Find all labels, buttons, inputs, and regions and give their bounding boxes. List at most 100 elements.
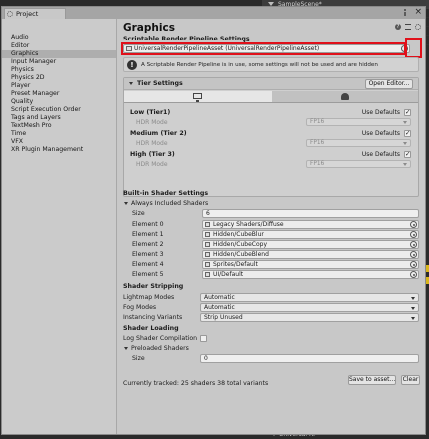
element-label: Element 0 bbox=[132, 221, 164, 228]
warning-text: A Scriptable Render Pipeline is in use, … bbox=[141, 62, 378, 68]
instancing-variants-dropdown[interactable]: Strip Unused bbox=[200, 313, 419, 322]
size-label: Size bbox=[132, 355, 145, 362]
foldout-triangle-icon bbox=[124, 347, 128, 350]
sidebar-item-player[interactable]: Player bbox=[2, 82, 116, 90]
sidebar-item-tags-and-layers[interactable]: Tags and Layers bbox=[2, 114, 116, 122]
hdr-mode-row-low: HDR Mode FP16 bbox=[130, 118, 412, 127]
shader-value: Hidden/CubeCopy bbox=[213, 241, 268, 248]
object-picker-icon[interactable] bbox=[410, 221, 417, 228]
sidebar-item-preset-manager[interactable]: Preset Manager bbox=[2, 90, 116, 98]
gear-icon bbox=[7, 11, 13, 17]
use-defaults-checkbox[interactable]: ✓ bbox=[404, 130, 411, 137]
tab-android[interactable] bbox=[272, 91, 418, 103]
shader-element-row: Element 2 Hidden/CubeCopy bbox=[123, 240, 419, 249]
sidebar-item-editor[interactable]: Editor bbox=[2, 42, 116, 50]
size-value: 6 bbox=[206, 210, 210, 217]
sidebar-item-physics[interactable]: Physics bbox=[2, 66, 116, 74]
sidebar-item-quality[interactable]: Quality bbox=[2, 98, 116, 106]
tier-name: High (Tier 3) bbox=[130, 151, 175, 158]
element-label: Element 1 bbox=[132, 231, 164, 238]
settings-sidebar: Audio Editor Graphics Input Manager Phys… bbox=[2, 19, 117, 434]
hdr-mode-value: FP16 bbox=[310, 161, 325, 167]
sidebar-item-graphics[interactable]: Graphics bbox=[2, 50, 116, 58]
log-shader-compilation-checkbox[interactable] bbox=[200, 335, 207, 342]
settings-gear-icon[interactable] bbox=[415, 24, 421, 30]
shaders-size-row: Size 6 bbox=[123, 209, 419, 218]
chevron-down-icon bbox=[411, 297, 415, 300]
tab-desktop[interactable] bbox=[124, 91, 272, 103]
shader-icon bbox=[205, 252, 210, 257]
shader-object-field[interactable]: Legacy Shaders/Diffuse bbox=[202, 220, 419, 229]
window-tab[interactable]: Project Settings bbox=[4, 8, 66, 28]
chevron-down-icon bbox=[411, 317, 415, 320]
highlight-box-srp-field bbox=[121, 42, 406, 55]
shader-value: Sprites/Default bbox=[213, 261, 258, 268]
open-editor-button[interactable]: Open Editor... bbox=[365, 79, 413, 89]
lightmap-modes-dropdown[interactable]: Automatic bbox=[200, 293, 419, 302]
shader-element-row: Element 5 UI/Default bbox=[123, 270, 419, 279]
preloaded-shaders-label: Preloaded Shaders bbox=[131, 345, 189, 352]
fog-modes-row: Fog Modes Automatic bbox=[123, 303, 419, 312]
info-icon: ! bbox=[127, 60, 137, 70]
sidebar-item-time[interactable]: Time bbox=[2, 130, 116, 138]
object-picker-icon[interactable] bbox=[410, 251, 417, 258]
always-included-label: Always Included Shaders bbox=[131, 200, 209, 207]
object-picker-icon[interactable] bbox=[410, 231, 417, 238]
chevron-down-icon bbox=[403, 121, 407, 124]
tier-name: Low (Tier1) bbox=[130, 109, 171, 116]
sidebar-item-vfx[interactable]: VFX bbox=[2, 138, 116, 146]
presets-icon[interactable] bbox=[405, 24, 411, 30]
tracked-shaders-status: Currently tracked: 25 shaders 38 total v… bbox=[123, 380, 269, 387]
fog-modes-label: Fog Modes bbox=[123, 304, 157, 311]
object-picker-icon[interactable] bbox=[410, 271, 417, 278]
hdr-mode-label: HDR Mode bbox=[136, 140, 168, 147]
element-label: Element 2 bbox=[132, 241, 164, 248]
clear-button[interactable]: Clear bbox=[401, 375, 420, 385]
tier-row-low: Low (Tier1) Use Defaults ✓ bbox=[130, 108, 412, 117]
close-icon[interactable]: × bbox=[414, 7, 422, 18]
more-options-icon[interactable] bbox=[402, 9, 408, 16]
shader-element-row: Element 3 Hidden/CubeBlend bbox=[123, 250, 419, 259]
lightmap-modes-value: Automatic bbox=[204, 294, 235, 301]
hdr-mode-dropdown: FP16 bbox=[306, 118, 411, 126]
hdr-mode-row-medium: HDR Mode FP16 bbox=[130, 139, 412, 148]
foldout-triangle-icon bbox=[124, 202, 128, 205]
save-to-asset-button[interactable]: Save to asset... bbox=[348, 375, 396, 385]
log-shader-compilation-row: Log Shader Compilation bbox=[123, 334, 419, 343]
shader-object-field[interactable]: Hidden/CubeBlur bbox=[202, 230, 419, 239]
always-included-foldout[interactable]: Always Included Shaders bbox=[123, 199, 419, 208]
use-defaults-label: Use Defaults bbox=[361, 109, 400, 116]
platform-tabs bbox=[124, 91, 418, 103]
hdr-mode-row-high: HDR Mode FP16 bbox=[130, 160, 412, 169]
use-defaults-checkbox[interactable]: ✓ bbox=[404, 109, 411, 116]
preloaded-size-input[interactable]: 0 bbox=[200, 354, 419, 363]
shader-object-field[interactable]: UI/Default bbox=[202, 270, 419, 279]
shader-object-field[interactable]: Hidden/CubeBlend bbox=[202, 250, 419, 259]
preloaded-shaders-foldout[interactable]: Preloaded Shaders bbox=[123, 344, 419, 353]
sidebar-item-audio[interactable]: Audio bbox=[2, 34, 116, 42]
fog-modes-dropdown[interactable]: Automatic bbox=[200, 303, 419, 312]
page-title: Graphics bbox=[123, 22, 175, 34]
sidebar-item-textmesh-pro[interactable]: TextMesh Pro bbox=[2, 122, 116, 130]
shader-value: Legacy Shaders/Diffuse bbox=[213, 221, 284, 228]
help-icon[interactable]: ? bbox=[395, 24, 401, 30]
sidebar-item-xr-plugin-management[interactable]: XR Plugin Management bbox=[2, 146, 116, 154]
sidebar-item-script-execution-order[interactable]: Script Execution Order bbox=[2, 106, 116, 114]
sidebar-item-physics-2d[interactable]: Physics 2D bbox=[2, 74, 116, 82]
shader-object-field[interactable]: Hidden/CubeCopy bbox=[202, 240, 419, 249]
sidebar-item-input-manager[interactable]: Input Manager bbox=[2, 58, 116, 66]
shader-icon bbox=[205, 262, 210, 267]
android-icon bbox=[341, 93, 349, 100]
object-picker-icon[interactable] bbox=[410, 241, 417, 248]
instancing-variants-row: Instancing Variants Strip Unused bbox=[123, 313, 419, 322]
use-defaults-checkbox[interactable]: ✓ bbox=[404, 151, 411, 158]
object-picker-icon[interactable] bbox=[410, 261, 417, 268]
shader-object-field[interactable]: Sprites/Default bbox=[202, 260, 419, 269]
shaders-size-input[interactable]: 6 bbox=[202, 209, 419, 218]
element-label: Element 4 bbox=[132, 261, 164, 268]
shader-loading-title: Shader Loading bbox=[123, 325, 179, 332]
tier-settings-header[interactable]: Tier Settings Open Editor... bbox=[124, 78, 418, 90]
shader-icon bbox=[205, 242, 210, 247]
shader-icon bbox=[205, 222, 210, 227]
tier-settings-panel: Tier Settings Open Editor... Low (Tier1)… bbox=[123, 77, 419, 197]
